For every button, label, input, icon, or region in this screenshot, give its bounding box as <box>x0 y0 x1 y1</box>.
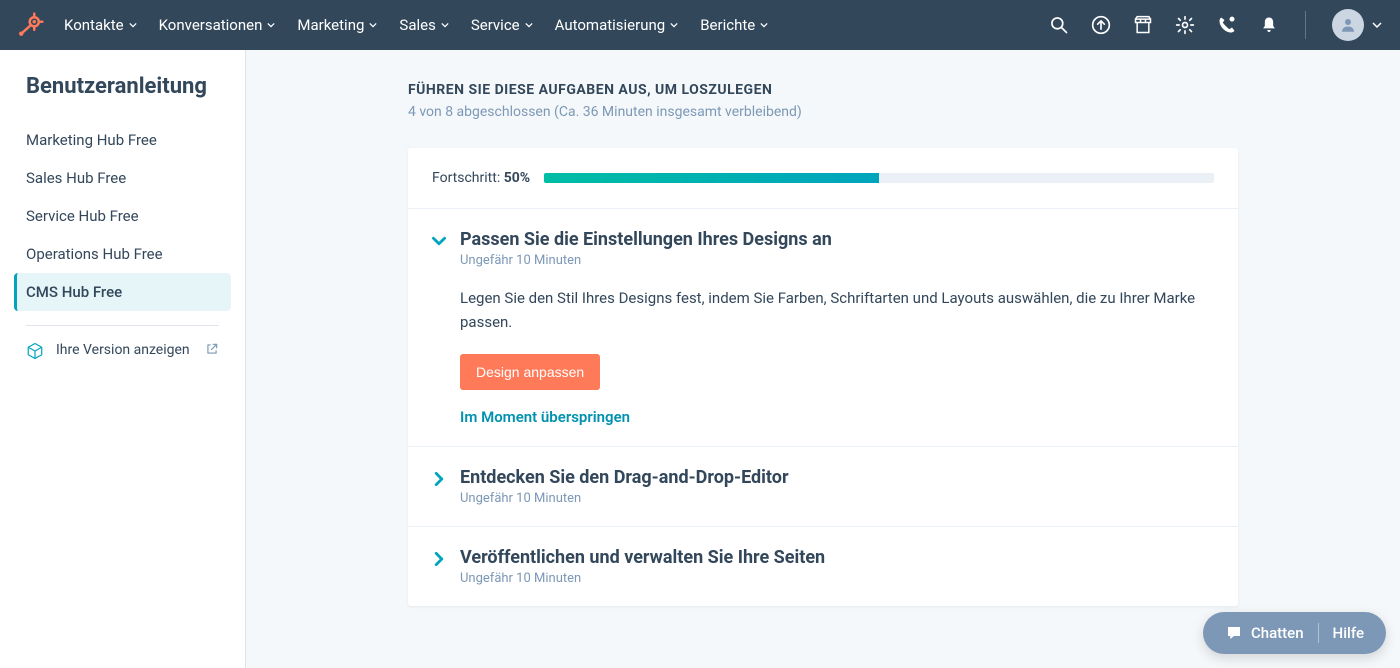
task-drag-drop-editor: Entdecken Sie den Drag-and-Drop-Editor U… <box>408 446 1238 526</box>
sidebar-item-cms-hub[interactable]: CMS Hub Free <box>14 273 231 311</box>
progress-bar <box>544 173 1214 183</box>
sidebar-title: Benutzeranleitung <box>26 74 231 99</box>
task-description: Legen Sie den Stil Ihres Designs fest, i… <box>460 286 1214 334</box>
sidebar: Benutzeranleitung Marketing Hub Free Sal… <box>0 50 246 668</box>
nav-item-automatisierung[interactable]: Automatisierung <box>555 16 679 34</box>
sprocket-icon <box>18 12 44 38</box>
upgrade-icon[interactable] <box>1091 15 1111 35</box>
account-menu[interactable] <box>1332 9 1382 41</box>
settings-icon[interactable] <box>1175 15 1195 35</box>
chevron-down-icon <box>267 21 275 29</box>
page-subheading: 4 von 8 abgeschlossen (Ca. 36 Minuten in… <box>408 104 1238 120</box>
chevron-right-icon <box>432 472 446 486</box>
nav-item-konversationen[interactable]: Konversationen <box>159 16 276 34</box>
page-heading: FÜHREN SIE DIESE AUFGABEN AUS, UM LOSZUL… <box>408 82 1238 98</box>
chevron-down-icon <box>670 21 678 29</box>
top-navigation: Kontakte Konversationen Marketing Sales … <box>0 0 1400 50</box>
task-toggle[interactable]: Entdecken Sie den Drag-and-Drop-Editor U… <box>432 467 1214 506</box>
nav-item-service[interactable]: Service <box>471 16 533 34</box>
notifications-icon[interactable] <box>1259 15 1279 35</box>
marketplace-icon[interactable] <box>1133 15 1153 35</box>
task-publish-pages: Veröffentlichen und verwalten Sie Ihre S… <box>408 526 1238 606</box>
sidebar-version-link[interactable]: Ihre Version anzeigen <box>14 340 231 361</box>
nav-item-kontakte[interactable]: Kontakte <box>64 16 137 34</box>
task-card: Fortschritt: 50% Passen Sie die Einstell… <box>408 148 1238 606</box>
hubspot-logo[interactable] <box>18 12 44 38</box>
task-body: Legen Sie den Stil Ihres Designs fest, i… <box>432 268 1214 426</box>
design-anpassen-button[interactable]: Design anpassen <box>460 354 600 390</box>
main-content: FÜHREN SIE DIESE AUFGABEN AUS, UM LOSZUL… <box>246 50 1400 668</box>
sidebar-item-sales-hub[interactable]: Sales Hub Free <box>14 159 231 197</box>
chevron-down-icon <box>1372 20 1382 30</box>
search-icon[interactable] <box>1049 15 1069 35</box>
progress-fill <box>544 173 879 183</box>
task-customize-design: Passen Sie die Einstellungen Ihres Desig… <box>408 208 1238 446</box>
chevron-down-icon <box>760 21 768 29</box>
nav-item-berichte[interactable]: Berichte <box>700 16 768 34</box>
task-duration: Ungefähr 10 Minuten <box>460 571 825 586</box>
chevron-down-icon <box>432 234 446 248</box>
nav-divider <box>1305 11 1306 39</box>
chevron-down-icon <box>525 21 533 29</box>
progress-row: Fortschritt: 50% <box>408 148 1238 208</box>
skip-link[interactable]: Im Moment überspringen <box>460 408 1214 426</box>
nav-right <box>1049 9 1382 41</box>
chevron-down-icon <box>441 21 449 29</box>
task-toggle[interactable]: Passen Sie die Einstellungen Ihres Desig… <box>432 229 1214 268</box>
avatar <box>1332 9 1364 41</box>
task-title: Entdecken Sie den Drag-and-Drop-Editor <box>460 467 789 488</box>
nav-item-sales[interactable]: Sales <box>399 16 448 34</box>
help-widget[interactable]: Chatten Hilfe <box>1203 612 1386 654</box>
cube-icon <box>26 342 44 360</box>
nav-items: Kontakte Konversationen Marketing Sales … <box>64 16 768 34</box>
chevron-down-icon <box>129 21 137 29</box>
external-link-icon <box>205 342 219 356</box>
chevron-right-icon <box>432 552 446 566</box>
nav-item-marketing[interactable]: Marketing <box>297 16 377 34</box>
progress-label: Fortschritt: 50% <box>432 170 530 186</box>
chevron-down-icon <box>369 21 377 29</box>
help-button[interactable]: Hilfe <box>1319 620 1378 646</box>
chat-icon <box>1225 624 1243 642</box>
task-duration: Ungefähr 10 Minuten <box>460 253 832 268</box>
sidebar-version-text: Ihre Version anzeigen <box>56 340 193 361</box>
sidebar-item-service-hub[interactable]: Service Hub Free <box>14 197 231 235</box>
calling-icon[interactable] <box>1217 15 1237 35</box>
sidebar-separator <box>26 325 219 326</box>
task-duration: Ungefähr 10 Minuten <box>460 491 789 506</box>
task-toggle[interactable]: Veröffentlichen und verwalten Sie Ihre S… <box>432 547 1214 586</box>
chat-button[interactable]: Chatten <box>1211 620 1318 646</box>
sidebar-item-operations-hub[interactable]: Operations Hub Free <box>14 235 231 273</box>
task-title: Passen Sie die Einstellungen Ihres Desig… <box>460 229 832 250</box>
sidebar-item-marketing-hub[interactable]: Marketing Hub Free <box>14 121 231 159</box>
task-title: Veröffentlichen und verwalten Sie Ihre S… <box>460 547 825 568</box>
